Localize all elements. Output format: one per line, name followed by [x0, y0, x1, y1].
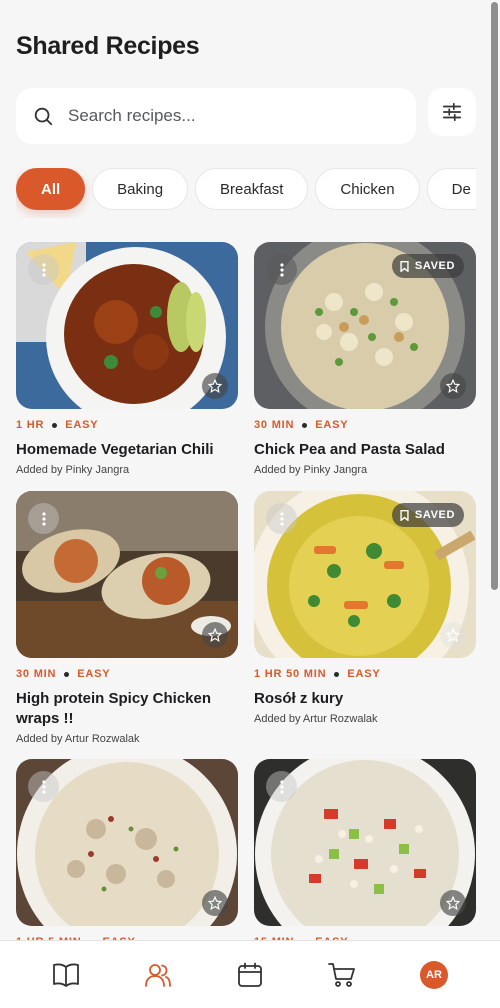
star-icon — [446, 379, 460, 393]
recipe-author: Added by Pinky Jangra — [254, 464, 368, 476]
recipe-author: Added by Artur Rozwalak — [254, 713, 378, 725]
recipe-time: 1 HR — [16, 419, 45, 431]
recipe-time: 1 HR 50 MIN — [254, 668, 327, 680]
book-icon — [53, 963, 79, 987]
people-icon — [145, 963, 171, 987]
recipe-difficulty: EASY — [65, 419, 99, 431]
nav-profile[interactable]: AR — [404, 945, 464, 1005]
saved-badge: SAVED — [391, 503, 464, 527]
nav-recipes[interactable] — [36, 945, 96, 1005]
star-icon — [446, 896, 460, 910]
recipe-difficulty: EASY — [77, 668, 111, 680]
recipe-photo: SAVED — [254, 242, 476, 409]
bottom-navigation: AR — [0, 940, 500, 1008]
more-options-button[interactable] — [28, 771, 59, 802]
recipe-meta: 1 HR EASY — [16, 419, 238, 431]
saved-label: SAVED — [414, 260, 455, 272]
search-icon — [34, 107, 53, 126]
recipe-difficulty: EASY — [347, 668, 381, 680]
recipe-card[interactable]: 1 HR EASY Homemade Vegetarian Chili Adde… — [16, 242, 238, 476]
nav-shopping[interactable] — [312, 945, 372, 1005]
more-vertical-icon — [279, 779, 284, 794]
recipe-card[interactable]: SAVED 30 MIN EASY Chick Pea and Pasta Sa… — [254, 242, 476, 476]
dot-separator — [302, 422, 308, 428]
favorite-button[interactable] — [440, 622, 466, 648]
cart-icon — [328, 962, 355, 987]
more-vertical-icon — [41, 262, 46, 277]
sliders-icon — [442, 102, 462, 122]
calendar-icon — [238, 962, 262, 987]
more-options-button[interactable] — [28, 254, 59, 285]
recipe-title[interactable]: Homemade Vegetarian Chili — [16, 440, 238, 460]
dot-separator — [64, 671, 70, 677]
more-vertical-icon — [41, 779, 46, 794]
recipe-photo — [16, 759, 238, 926]
recipe-time: 30 MIN — [254, 419, 295, 431]
more-options-button[interactable] — [266, 503, 297, 534]
favorite-button[interactable] — [440, 890, 466, 916]
recipe-photo — [254, 759, 476, 926]
star-icon — [208, 896, 222, 910]
chip-desserts[interactable]: De — [426, 168, 476, 210]
chip-all[interactable]: All — [16, 168, 86, 210]
recipe-title[interactable]: High protein Spicy Chicken wraps !! — [16, 689, 238, 729]
recipe-difficulty: EASY — [315, 419, 349, 431]
search-bar[interactable] — [16, 88, 416, 144]
category-chips: All Baking Breakfast Chicken De — [16, 168, 476, 218]
search-input[interactable] — [68, 106, 368, 126]
more-options-button[interactable] — [266, 254, 297, 285]
recipe-meta: 1 HR 50 MIN EASY — [254, 668, 476, 680]
recipe-author: Added by Pinky Jangra — [16, 464, 130, 476]
filter-button[interactable] — [428, 88, 476, 136]
bookmark-icon — [400, 509, 409, 521]
saved-label: SAVED — [414, 509, 455, 521]
chip-chicken[interactable]: Chicken — [315, 168, 420, 210]
favorite-button[interactable] — [202, 890, 228, 916]
saved-badge: SAVED — [391, 254, 464, 278]
star-icon — [446, 628, 460, 642]
more-vertical-icon — [279, 262, 284, 277]
recipe-meta: 30 MIN EASY — [16, 668, 238, 680]
favorite-button[interactable] — [202, 622, 228, 648]
favorite-button[interactable] — [202, 373, 228, 399]
star-icon — [208, 379, 222, 393]
nav-shared[interactable] — [128, 945, 188, 1005]
recipe-time: 30 MIN — [16, 668, 57, 680]
recipe-title[interactable]: Rosół z kury — [254, 689, 476, 709]
recipe-photo — [16, 491, 238, 658]
more-options-button[interactable] — [266, 771, 297, 802]
avatar: AR — [420, 960, 448, 989]
more-vertical-icon — [279, 511, 284, 526]
chip-baking[interactable]: Baking — [92, 168, 189, 210]
scrollbar[interactable] — [491, 2, 498, 590]
recipe-card[interactable]: 15 MIN EASY — [254, 759, 476, 948]
page-title: Shared Recipes — [16, 32, 200, 60]
recipe-card[interactable]: SAVED 1 HR 50 MIN EASY Rosół z kury Adde… — [254, 491, 476, 725]
bookmark-icon — [400, 260, 409, 272]
recipe-card[interactable]: 1 HR 5 MIN EASY — [16, 759, 238, 948]
favorite-button[interactable] — [440, 373, 466, 399]
dot-separator — [52, 422, 58, 428]
more-vertical-icon — [41, 511, 46, 526]
more-options-button[interactable] — [28, 503, 59, 534]
recipe-author: Added by Artur Rozwalak — [16, 733, 140, 745]
recipe-title[interactable]: Chick Pea and Pasta Salad — [254, 440, 476, 460]
recipe-photo: SAVED — [254, 491, 476, 658]
recipe-photo — [16, 242, 238, 409]
star-icon — [208, 628, 222, 642]
nav-planner[interactable] — [220, 945, 280, 1005]
recipe-card[interactable]: 30 MIN EASY High protein Spicy Chicken w… — [16, 491, 238, 745]
chip-breakfast[interactable]: Breakfast — [195, 168, 309, 210]
recipe-meta: 30 MIN EASY — [254, 419, 476, 431]
dot-separator — [334, 671, 340, 677]
